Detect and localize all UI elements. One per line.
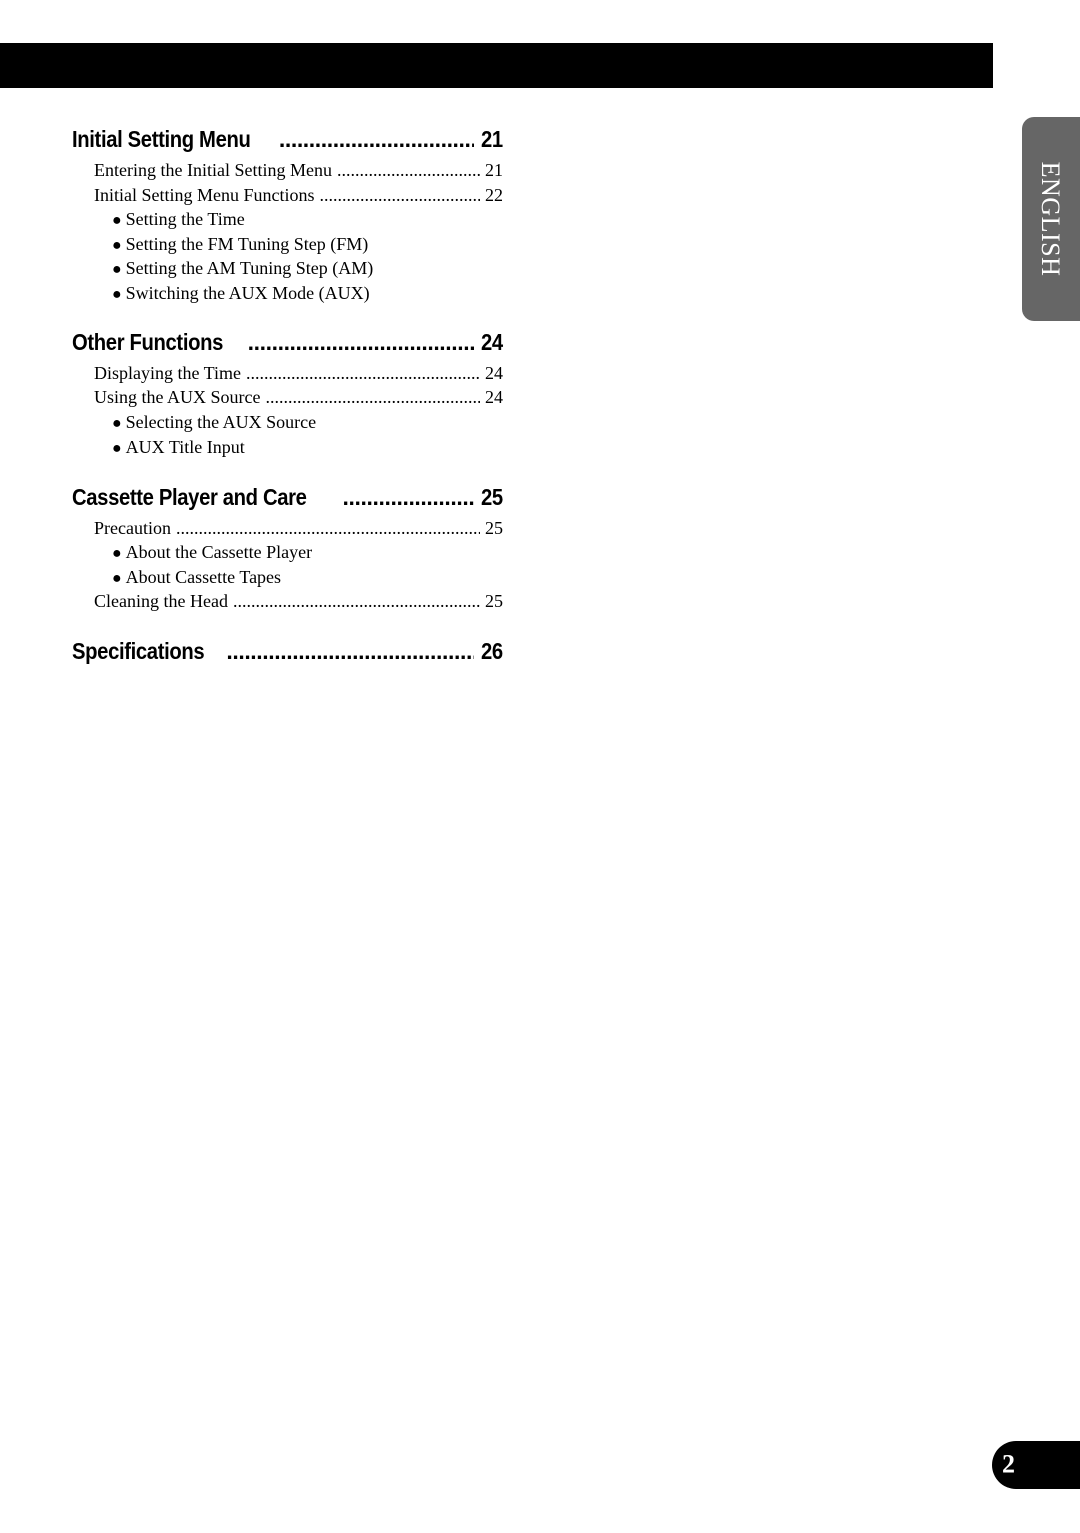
page-number-badge: 2 xyxy=(992,1441,1080,1489)
entry-page: 22 xyxy=(485,185,503,205)
section-title: Specifications xyxy=(72,638,205,664)
toc-bullet[interactable]: ● Switching the AUX Mode (AUX) xyxy=(112,283,370,304)
entry-title: Precaution xyxy=(94,518,171,538)
toc-section-other-functions[interactable]: Other Functions 24 xyxy=(72,329,503,356)
section-page: 24 xyxy=(481,329,503,355)
bullet-text: About Cassette Tapes xyxy=(125,567,282,587)
toc-bullet[interactable]: ● About the Cassette Player xyxy=(112,542,312,563)
toc-entry[interactable]: Entering the Initial Setting Menu 21 xyxy=(94,160,503,181)
toc-entry[interactable]: Precaution 25 xyxy=(94,518,503,539)
bullet-icon: ● xyxy=(112,237,122,254)
section-page: 21 xyxy=(481,126,503,152)
bullet-text: Switching the AUX Mode (AUX) xyxy=(125,283,370,303)
leader-dots xyxy=(320,185,481,206)
entry-title: Displaying the Time xyxy=(94,363,242,383)
leader-dots xyxy=(176,518,480,539)
toc-bullet[interactable]: ● Setting the FM Tuning Step (FM) xyxy=(112,234,368,255)
bullet-icon: ● xyxy=(112,212,122,229)
section-title: Initial Setting Menu xyxy=(72,126,251,152)
toc-entry[interactable]: Cleaning the Head 25 xyxy=(94,591,503,612)
leader-dots xyxy=(248,329,475,356)
entry-page: 24 xyxy=(485,387,503,407)
entry-title: Entering the Initial Setting Menu xyxy=(94,160,332,180)
bullet-icon: ● xyxy=(112,286,122,303)
section-page: 26 xyxy=(481,638,503,664)
bullet-icon: ● xyxy=(112,261,122,278)
language-tab-label: ENGLISH xyxy=(1036,161,1065,277)
bullet-icon: ● xyxy=(112,440,122,457)
leader-dots xyxy=(279,126,474,153)
toc-bullet[interactable]: ● Selecting the AUX Source xyxy=(112,412,316,433)
toc-bullet[interactable]: ● Setting the Time xyxy=(112,209,245,230)
toc-section-cassette-player-and-care[interactable]: Cassette Player and Care 25 xyxy=(72,484,503,511)
section-title: Cassette Player and Care xyxy=(72,484,307,510)
entry-title: Using the AUX Source xyxy=(94,387,261,407)
entry-title: Initial Setting Menu Functions xyxy=(94,185,315,205)
entry-page: 21 xyxy=(485,160,503,180)
entry-page: 25 xyxy=(485,518,503,538)
leader-dots xyxy=(343,484,475,511)
bullet-icon: ● xyxy=(112,415,122,432)
entry-title: Cleaning the Head xyxy=(94,591,228,611)
entry-page: 24 xyxy=(485,363,503,383)
toc-bullet[interactable]: ● About Cassette Tapes xyxy=(112,567,281,588)
toc-bullet[interactable]: ● AUX Title Input xyxy=(112,437,245,458)
leader-dots xyxy=(265,387,480,408)
bullet-text: Selecting the AUX Source xyxy=(125,412,317,432)
toc-bullet[interactable]: ● Setting the AM Tuning Step (AM) xyxy=(112,258,373,279)
bullet-icon: ● xyxy=(112,545,122,562)
toc-section-initial-setting-menu[interactable]: Initial Setting Menu 21 xyxy=(72,126,503,153)
toc-entry[interactable]: Displaying the Time 24 xyxy=(94,363,503,384)
entry-page: 25 xyxy=(485,591,503,611)
toc-entry[interactable]: Using the AUX Source 24 xyxy=(94,387,503,408)
bullet-text: AUX Title Input xyxy=(125,437,245,457)
section-title: Other Functions xyxy=(72,329,224,355)
bullet-text: About the Cassette Player xyxy=(125,542,313,562)
bullet-text: Setting the FM Tuning Step (FM) xyxy=(125,234,369,254)
header-bar xyxy=(0,43,993,88)
leader-dots xyxy=(246,363,480,384)
bullet-text: Setting the AM Tuning Step (AM) xyxy=(125,258,374,278)
language-tab[interactable]: ENGLISH xyxy=(1022,117,1080,321)
leader-dots xyxy=(226,638,474,665)
toc-section-specifications[interactable]: Specifications 26 xyxy=(72,638,503,665)
bullet-icon: ● xyxy=(112,570,122,587)
leader-dots xyxy=(337,160,480,181)
toc-entry[interactable]: Initial Setting Menu Functions 22 xyxy=(94,185,503,206)
page-number: 2 xyxy=(1002,1449,1015,1479)
leader-dots xyxy=(233,591,480,612)
section-page: 25 xyxy=(481,484,503,510)
bullet-text: Setting the Time xyxy=(125,209,245,229)
